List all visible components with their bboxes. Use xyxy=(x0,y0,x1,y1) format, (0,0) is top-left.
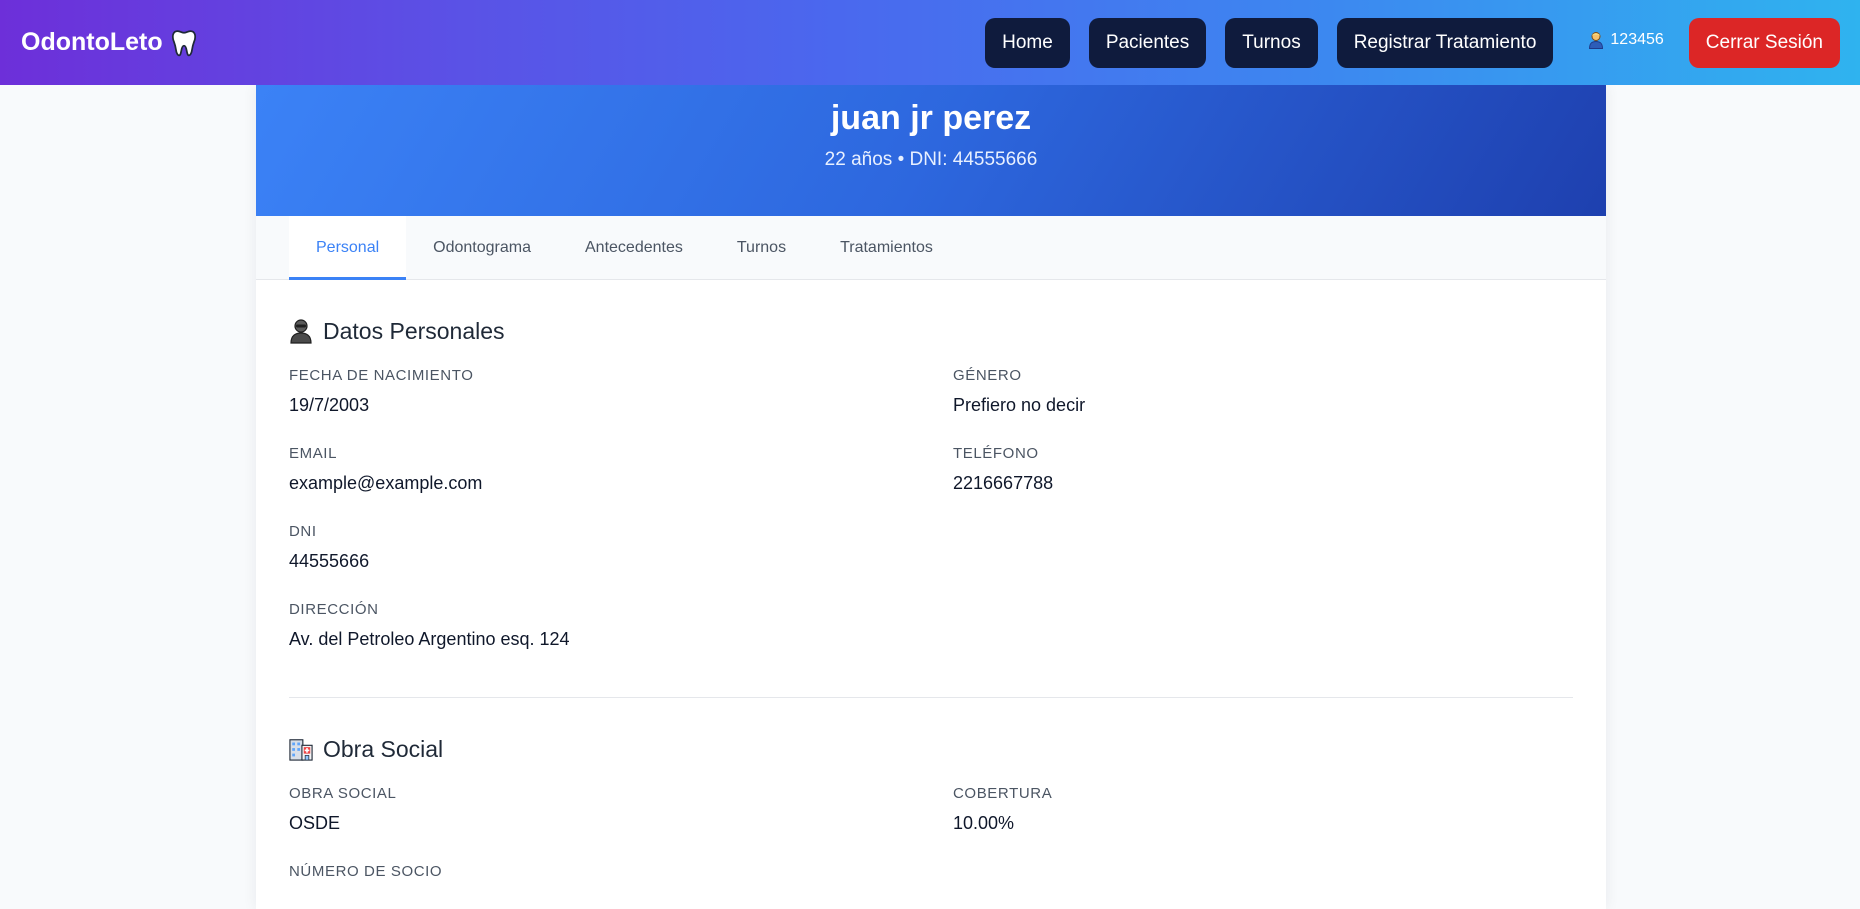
field-direccion: Dirección Av. del Petroleo Argentino esq… xyxy=(289,600,953,678)
nav-pacientes-button[interactable]: Pacientes xyxy=(1088,17,1207,68)
section-divider xyxy=(289,697,1573,698)
tab-content-personal: Datos Personales Fecha de Nacimiento 19/… xyxy=(256,280,1606,909)
field-label: DNI xyxy=(289,523,317,540)
patient-name: juan jr perez xyxy=(830,99,1032,137)
nav-registrar-tratamiento-button[interactable]: Registrar Tratamiento xyxy=(1336,17,1554,68)
field-numero-socio: Número de Socio xyxy=(289,862,953,909)
field-email: Email example@example.com xyxy=(289,444,953,522)
personal-fields: Fecha de Nacimiento 19/7/2003 Género Pre… xyxy=(289,366,1573,678)
field-genero: Género Prefiero no decir xyxy=(953,366,1553,444)
field-dni: DNI 44555666 xyxy=(289,522,953,600)
person-icon xyxy=(290,319,312,344)
patient-tabs: Personal Odontograma Antecedentes Turnos… xyxy=(256,216,1606,280)
section-title-text: Datos Personales xyxy=(323,317,505,344)
user-info: 123456 xyxy=(1588,30,1664,49)
field-value: 2216667788 xyxy=(953,473,1054,493)
user-icon xyxy=(1589,31,1604,49)
field-value: 44555666 xyxy=(289,551,370,571)
user-id: 123456 xyxy=(1610,30,1664,48)
tab-personal[interactable]: Personal xyxy=(289,216,407,280)
tab-tratamientos[interactable]: Tratamientos xyxy=(813,216,960,280)
section-obra-social: Obra Social xyxy=(289,734,1573,764)
field-empty xyxy=(953,522,1553,600)
field-value: OSDE xyxy=(289,813,341,833)
brand[interactable]: OdontoLeto xyxy=(21,28,197,57)
nav-menu: Home Pacientes Turnos Registrar Tratamie… xyxy=(985,17,1840,68)
section-datos-personales: Datos Personales xyxy=(289,316,1573,346)
nav-home-button[interactable]: Home xyxy=(985,17,1070,68)
field-label: Cobertura xyxy=(953,785,1053,802)
field-label: Dirección xyxy=(289,601,379,618)
field-label: Número de Socio xyxy=(289,863,443,880)
logout-button[interactable]: Cerrar Sesión xyxy=(1688,17,1840,68)
field-fecha-nacimiento: Fecha de Nacimiento 19/7/2003 xyxy=(289,366,953,444)
field-obra-social: Obra Social OSDE xyxy=(289,784,953,862)
insurance-fields: Obra Social OSDE Cobertura 10.00% Número… xyxy=(289,784,1573,909)
field-value: Av. del Petroleo Argentino esq. 124 xyxy=(289,629,570,649)
field-value: example@example.com xyxy=(289,473,483,493)
field-value: 10.00% xyxy=(953,813,1015,833)
top-navbar: OdontoLeto Home Pacientes Turnos Registr… xyxy=(0,0,1860,85)
field-label: Obra Social xyxy=(289,785,397,802)
field-label: Email xyxy=(289,445,338,462)
field-label: Género xyxy=(953,367,1022,384)
field-value: 19/7/2003 xyxy=(289,395,370,415)
tooth-icon xyxy=(171,29,196,56)
section-title-text: Obra Social xyxy=(323,735,444,762)
nav-turnos-button[interactable]: Turnos xyxy=(1225,17,1318,68)
field-label: Fecha de Nacimiento xyxy=(289,367,474,384)
tab-turnos[interactable]: Turnos xyxy=(710,216,813,280)
tab-odontograma[interactable]: Odontograma xyxy=(406,216,558,280)
patient-card: juan jr perez 22 años • DNI: 44555666 Pe… xyxy=(256,85,1606,909)
patient-subtitle: 22 años • DNI: 44555666 xyxy=(824,149,1038,170)
brand-name: OdontoLeto xyxy=(21,28,163,56)
hospital-icon xyxy=(289,739,313,761)
field-telefono: Teléfono 2216667788 xyxy=(953,444,1553,522)
patient-header: juan jr perez 22 años • DNI: 44555666 xyxy=(256,85,1606,216)
tab-antecedentes[interactable]: Antecedentes xyxy=(558,216,710,280)
field-label: Teléfono xyxy=(953,445,1039,462)
field-cobertura: Cobertura 10.00% xyxy=(953,784,1553,862)
field-value: Prefiero no decir xyxy=(953,395,1086,415)
